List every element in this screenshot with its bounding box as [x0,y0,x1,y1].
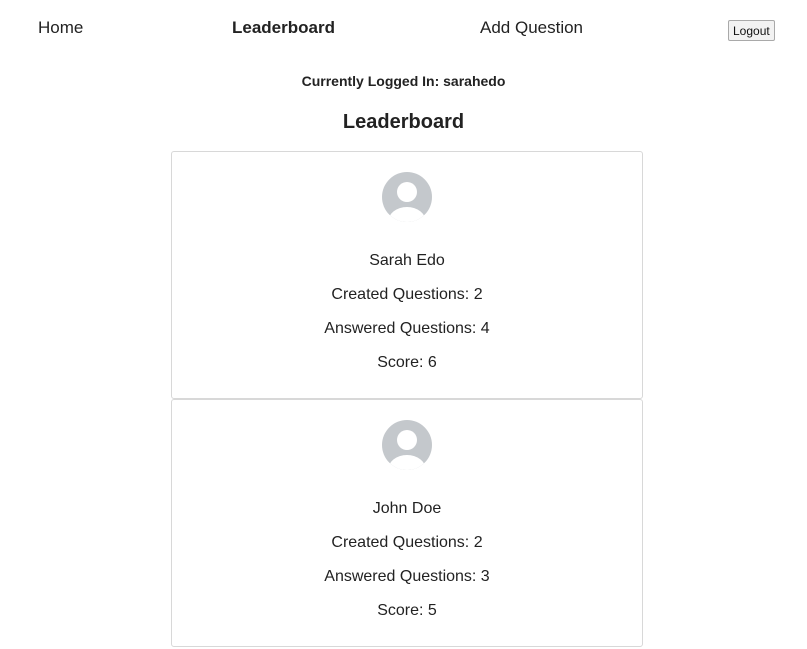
created-questions: Created Questions: 2 [331,534,483,551]
score: Score: 5 [377,602,437,619]
logout-button[interactable]: Logout [728,20,775,41]
default-user-avatar-icon [382,172,432,222]
leaderboard-card: John Doe Created Questions: 2 Answered Q… [171,399,643,647]
score: Score: 6 [377,354,437,371]
leaderboard-list: Sarah Edo Created Questions: 2 Answered … [171,151,643,647]
user-name: Sarah Edo [369,252,445,269]
user-name: John Doe [372,500,442,517]
nav-home-link[interactable]: Home [38,18,83,38]
nav-leaderboard-link[interactable]: Leaderboard [232,18,335,38]
created-questions: Created Questions: 2 [331,286,483,303]
default-user-avatar-icon [382,420,432,470]
answered-questions: Answered Questions: 4 [324,320,490,337]
answered-questions: Answered Questions: 3 [324,568,490,585]
leaderboard-card: Sarah Edo Created Questions: 2 Answered … [171,151,643,399]
logged-in-status: Currently Logged In: sarahedo [301,73,506,89]
top-nav: Home Leaderboard Add Question Logout [0,0,807,54]
nav-add-question-link[interactable]: Add Question [480,18,583,38]
page-title: Leaderboard [342,111,465,133]
